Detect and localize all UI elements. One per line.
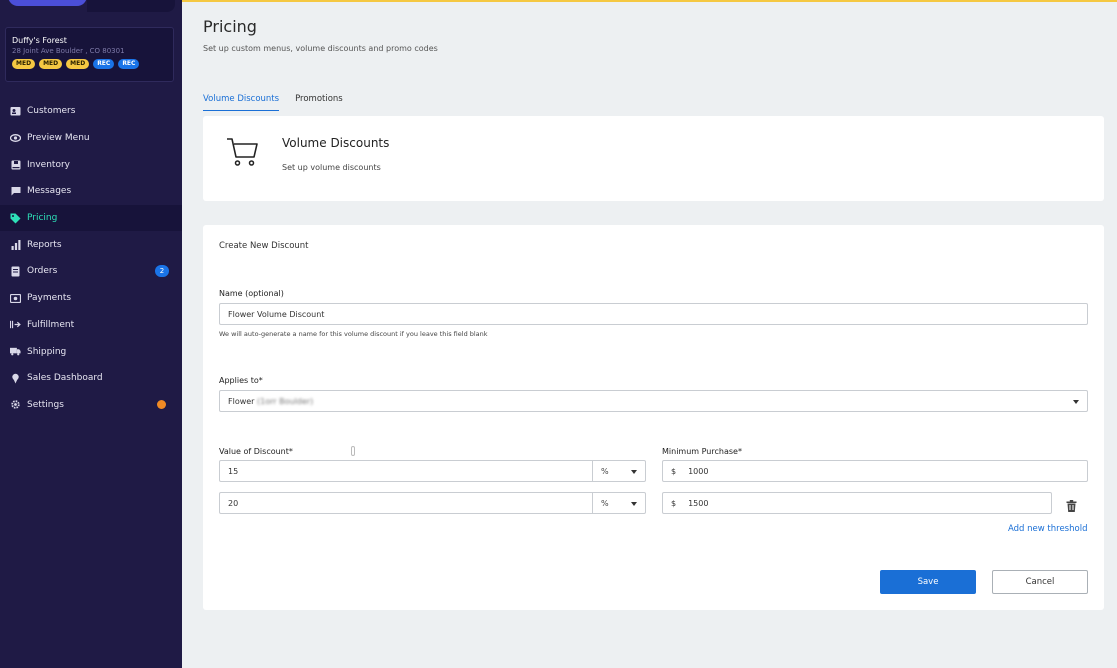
name-hint: We will auto-generate a name for this vo… xyxy=(219,330,488,338)
applies-to-redacted: (1orr Boulder) xyxy=(257,396,314,406)
chevron-down-icon xyxy=(631,502,637,506)
sidebar-item-reports[interactable]: Reports xyxy=(0,231,182,258)
minimum-purchase-input[interactable]: $ 1500 xyxy=(662,492,1052,514)
discount-unit-select[interactable]: % xyxy=(592,493,645,513)
license-badge: MED xyxy=(66,59,90,69)
pin-icon xyxy=(10,373,21,384)
volume-discounts-subtitle: Set up volume discounts xyxy=(282,163,381,172)
sidebar-item-inventory[interactable]: Inventory xyxy=(0,151,182,178)
trash-icon[interactable] xyxy=(1066,497,1077,516)
top-accent-line xyxy=(182,0,1117,2)
sidebar-item-label: Messages xyxy=(27,186,72,197)
value-of-discount-label: Value of Discount* xyxy=(219,447,293,456)
add-threshold-link[interactable]: Add new threshold xyxy=(1008,524,1087,534)
sidebar-item-fulfillment[interactable]: Fulfillment xyxy=(0,312,182,339)
sidebar-item-customers[interactable]: Customers xyxy=(0,98,182,125)
volume-discounts-title: Volume Discounts xyxy=(282,136,390,150)
sidebar: Duffy's Forest 28 Joint Ave Boulder , CO… xyxy=(0,0,182,668)
fulfillment-icon xyxy=(10,319,21,330)
volume-discounts-card: Volume Discounts Set up volume discounts xyxy=(203,116,1104,201)
license-badge: MED xyxy=(39,59,63,69)
eye-icon xyxy=(10,133,21,144)
discount-value: 20 xyxy=(228,498,239,508)
applies-to-select[interactable]: Flower (1orr Boulder) xyxy=(219,390,1088,412)
sidebar-item-sales-dashboard[interactable]: Sales Dashboard xyxy=(0,365,182,392)
page-title: Pricing xyxy=(203,17,257,36)
settings-alert-badge xyxy=(157,400,166,410)
minimum-purchase-value: 1500 xyxy=(688,498,709,508)
store-badges: MED MED MED REC REC xyxy=(12,59,167,69)
payments-icon xyxy=(10,293,21,304)
form-title: Create New Discount xyxy=(219,241,309,251)
bar-chart-icon xyxy=(10,239,21,250)
tag-icon xyxy=(10,213,21,224)
minimum-purchase-value: 1000 xyxy=(688,466,709,476)
store-name: Duffy's Forest xyxy=(12,36,67,45)
gear-icon xyxy=(10,399,21,410)
chevron-down-icon xyxy=(631,470,637,474)
tab-volume-discounts[interactable]: Volume Discounts xyxy=(203,94,280,111)
message-icon xyxy=(10,186,21,197)
tab-promotions[interactable]: Promotions xyxy=(295,94,343,111)
sidebar-item-label: Settings xyxy=(27,399,64,410)
top-action-button[interactable] xyxy=(8,0,87,6)
sidebar-nav: Customers Preview Menu Inventory Message… xyxy=(0,98,182,418)
shopping-cart-icon xyxy=(225,136,259,172)
sidebar-item-label: Shipping xyxy=(27,346,67,357)
cancel-button[interactable]: Cancel xyxy=(992,570,1088,594)
sidebar-item-label: Sales Dashboard xyxy=(27,373,103,384)
mouse-cursor xyxy=(351,446,355,456)
sidebar-item-label: Orders xyxy=(27,266,58,277)
currency-symbol: $ xyxy=(671,498,677,508)
name-label: Name (optional) xyxy=(219,289,284,298)
sidebar-item-pricing[interactable]: Pricing xyxy=(0,204,182,232)
sidebar-item-label: Fulfillment xyxy=(27,319,75,330)
discount-value: 15 xyxy=(228,466,239,476)
orders-count-badge: 2 xyxy=(155,265,169,278)
sidebar-item-label: Reports xyxy=(27,239,62,250)
license-badge: REC xyxy=(93,59,115,69)
sidebar-item-messages[interactable]: Messages xyxy=(0,178,182,205)
minimum-purchase-input[interactable]: $ 1000 xyxy=(662,460,1088,482)
name-input-value: Flower Volume Discount xyxy=(228,309,325,319)
store-address: 28 Joint Ave Boulder , CO 80301 xyxy=(12,47,125,55)
applies-to-value: Flower xyxy=(228,396,255,406)
sidebar-item-label: Payments xyxy=(27,293,72,304)
name-input[interactable]: Flower Volume Discount xyxy=(219,303,1088,325)
discount-value-input[interactable]: 20 % xyxy=(219,492,646,514)
currency-symbol: $ xyxy=(671,466,677,476)
chevron-down-icon xyxy=(1073,400,1079,404)
create-discount-form: Create New Discount Name (optional) Flow… xyxy=(203,225,1104,610)
discount-value-input[interactable]: 15 % xyxy=(219,460,646,482)
sidebar-item-payments[interactable]: Payments xyxy=(0,285,182,312)
discount-unit-value: % xyxy=(601,466,609,476)
sidebar-item-settings[interactable]: Settings xyxy=(0,392,182,419)
page-subtitle: Set up custom menus, volume discounts an… xyxy=(203,44,438,53)
minimum-purchase-label: Minimum Purchase* xyxy=(662,447,742,456)
sidebar-item-label: Preview Menu xyxy=(27,133,90,144)
customers-icon xyxy=(10,106,21,117)
sidebar-item-shipping[interactable]: Shipping xyxy=(0,338,182,365)
top-strip xyxy=(87,0,175,12)
store-card[interactable]: Duffy's Forest 28 Joint Ave Boulder , CO… xyxy=(5,27,174,82)
tab-bar: Volume Discounts Promotions xyxy=(203,94,343,111)
truck-icon xyxy=(10,346,21,357)
sidebar-item-label: Customers xyxy=(27,106,76,117)
discount-unit-select[interactable]: % xyxy=(592,461,645,481)
license-badge: MED xyxy=(12,59,36,69)
orders-icon xyxy=(10,266,21,277)
sidebar-item-label: Pricing xyxy=(27,213,58,224)
sidebar-item-label: Inventory xyxy=(27,159,70,170)
discount-unit-value: % xyxy=(601,498,609,508)
applies-to-label: Applies to* xyxy=(219,376,263,385)
inventory-icon xyxy=(10,159,21,170)
license-badge: REC xyxy=(118,59,140,69)
save-button[interactable]: Save xyxy=(880,570,976,594)
sidebar-item-preview-menu[interactable]: Preview Menu xyxy=(0,125,182,152)
sidebar-item-orders[interactable]: Orders 2 xyxy=(0,258,182,285)
